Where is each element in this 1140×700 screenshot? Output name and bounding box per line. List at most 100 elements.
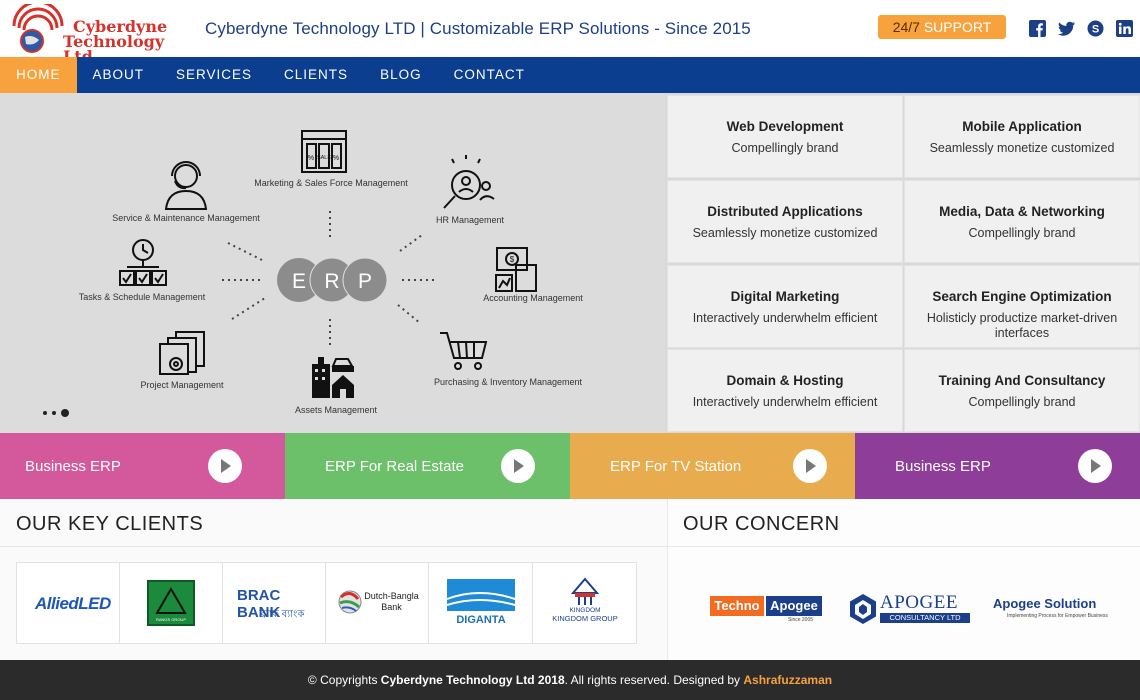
client-logo-subtext: ব্র্যাক ব্যাংক (259, 609, 305, 620)
service-card-web-development[interactable]: Web Development Compellingly brand (667, 95, 903, 178)
client-kingdom-group[interactable]: KINGDOM KINGDOM GROUP (533, 563, 637, 643)
service-card-digital-marketing[interactable]: Digital Marketing Interactively underwhe… (667, 265, 903, 348)
site-tagline: Cyberdyne Technology LTD | Customizable … (205, 19, 751, 38)
category-label: ERP For Real Estate (325, 458, 464, 475)
client-logo-text: KINGDOM GROUP (552, 614, 617, 623)
play-arrow-icon[interactable] (1078, 449, 1112, 483)
erp-letter-p: P (358, 270, 372, 293)
assets-buildings-icon (312, 357, 354, 398)
support-button[interactable]: 24/7 SUPPORT (878, 15, 1006, 39)
client-logo-text: RANGS GROUP (155, 617, 185, 622)
facebook-icon[interactable] (1029, 20, 1046, 37)
client-rangs-group[interactable]: RANGS GROUP (120, 563, 223, 643)
play-arrow-icon[interactable] (793, 449, 827, 483)
service-title: Web Development (726, 119, 844, 134)
client-logo-subtext: KINGDOM (569, 607, 600, 614)
category-label: Business ERP (25, 458, 121, 475)
linkedin-icon[interactable] (1116, 20, 1133, 37)
module-assets: Assets Management (295, 405, 378, 415)
client-dutch-bangla-bank[interactable]: Dutch-Bangla Bank (326, 563, 429, 643)
nav-about[interactable]: ABOUT (77, 57, 161, 93)
erp-diagram: E R P Service & Maintenance Management %… (79, 130, 583, 415)
category-label: Business ERP (895, 458, 991, 475)
concern-apogee-consultancy[interactable]: APOGEE CONSULTANCY LTD (849, 592, 974, 626)
svg-text:S: S (1092, 24, 1099, 36)
slider-dot-3[interactable] (61, 409, 69, 417)
copyright-middle: . All rights reserved. Designed by (564, 673, 744, 687)
svg-text:SALE: SALE (317, 155, 331, 161)
service-title: Media, Data & Networking (939, 204, 1105, 219)
hr-search-icon (443, 155, 495, 209)
clients-title: OUR KEY CLIENTS (16, 513, 204, 535)
module-project: Project Management (140, 380, 224, 390)
category-business-erp-2[interactable]: Business ERP (855, 433, 1140, 499)
support-prefix: 24/7 (892, 19, 920, 35)
service-subtitle: Seamlessly monetize customized (692, 226, 878, 240)
concern-logo-subtext: Since 2005 (788, 617, 814, 623)
client-brac-bank[interactable]: BRAC BANK ব্র্যাক ব্যাংক (223, 563, 326, 643)
service-card-media-data-networking[interactable]: Media, Data & Networking Compellingly br… (904, 180, 1140, 263)
main-nav: HOME ABOUT SERVICES CLIENTS BLOG CONTACT (0, 57, 1140, 93)
copyright-company: Cyberdyne Technology Ltd 2018 (380, 673, 565, 687)
module-purchasing-inventory: Purchasing & Inventory Management (434, 377, 583, 387)
support-label: SUPPORT (923, 19, 992, 35)
clients-divider (0, 546, 667, 547)
client-logo-text: AlliedLED (35, 594, 111, 613)
concern-title: OUR CONCERN (683, 513, 840, 535)
service-subtitle: Interactively underwhelm efficient (692, 311, 878, 325)
headset-person-icon (164, 161, 208, 210)
concern-apogee-solution[interactable]: Apogee Solution Implementing Process for… (993, 594, 1118, 624)
client-diganta[interactable]: DIGANTA (429, 563, 533, 643)
service-subtitle: Compellingly brand (731, 141, 839, 155)
twitter-icon[interactable] (1058, 20, 1075, 37)
client-allied-led[interactable]: AlliedLED (17, 563, 120, 643)
nav-contact[interactable]: CONTACT (438, 57, 541, 93)
erp-category-strip: Business ERP ERP For Real Estate ERP For… (0, 433, 1140, 499)
designer-link[interactable]: Ashrafuzzaman (743, 673, 832, 687)
slider-dot-2[interactable] (52, 411, 56, 415)
service-title: Training And Consultancy (938, 373, 1106, 388)
service-card-domain-hosting[interactable]: Domain & Hosting Interactively underwhel… (667, 349, 903, 432)
nav-blog[interactable]: BLOG (364, 57, 438, 93)
client-logo-text: Dutch-Bangla Bank (364, 591, 419, 612)
tasks-schedule-icon (119, 239, 167, 286)
nav-clients[interactable]: CLIENTS (268, 57, 364, 93)
concern-logo-text-a: Apogee Solution (993, 596, 1097, 611)
category-business-erp[interactable]: Business ERP (0, 433, 285, 499)
module-service-maintenance: Service & Maintenance Management (112, 213, 260, 223)
slider-pagination (43, 409, 69, 417)
skype-icon[interactable]: S (1087, 20, 1104, 37)
apogee-hex-icon (850, 594, 876, 624)
concern-logo-text-a: Techno (710, 596, 764, 616)
nav-home[interactable]: HOME (0, 57, 77, 93)
service-card-mobile-application[interactable]: Mobile Application Seamlessly monetize c… (904, 95, 1140, 178)
slider-dot-1[interactable] (43, 411, 47, 415)
service-subtitle: Compellingly brand (968, 226, 1076, 240)
erp-letter-e: E (292, 270, 306, 293)
brand-logo[interactable]: Cyberdyne Technology Ltd. (8, 4, 173, 65)
site-header: Cyberdyne Technology Ltd. Cyberdyne Tech… (0, 0, 1140, 65)
category-erp-tv-station[interactable]: ERP For TV Station (570, 433, 855, 499)
service-subtitle: Compellingly brand (968, 395, 1076, 409)
service-card-training-consultancy[interactable]: Training And Consultancy Compellingly br… (904, 349, 1140, 432)
kingdom-logo-icon: KINGDOM KINGDOM GROUP (552, 577, 617, 623)
play-arrow-icon[interactable] (208, 449, 242, 483)
service-title: Distributed Applications (707, 204, 863, 219)
service-card-distributed-applications[interactable]: Distributed Applications Seamlessly mone… (667, 180, 903, 263)
play-arrow-icon[interactable] (501, 449, 535, 483)
service-subtitle: Holisticly productize market-driven inte… (926, 311, 1118, 340)
module-tasks-schedule: Tasks & Schedule Management (79, 292, 206, 302)
category-erp-real-estate[interactable]: ERP For Real Estate (285, 433, 570, 499)
service-card-seo[interactable]: Search Engine Optimization Holisticly pr… (904, 265, 1140, 348)
social-links: S (1029, 20, 1133, 37)
copyright-prefix: © Copyrights (307, 673, 381, 687)
svg-text:$: $ (510, 255, 515, 264)
concern-logo-text-b: Apogee (766, 596, 822, 616)
module-hr: HR Management (436, 215, 505, 225)
nav-services[interactable]: SERVICES (160, 57, 268, 93)
concern-techno-apogee[interactable]: Techno Apogee Since 2005 (710, 594, 828, 624)
module-marketing-sales: Marketing & Sales Force Management (254, 178, 408, 188)
site-footer: © Copyrights Cyberdyne Technology Ltd 20… (0, 660, 1140, 700)
project-docs-icon (159, 331, 205, 375)
module-accounting: Accounting Management (483, 293, 583, 303)
